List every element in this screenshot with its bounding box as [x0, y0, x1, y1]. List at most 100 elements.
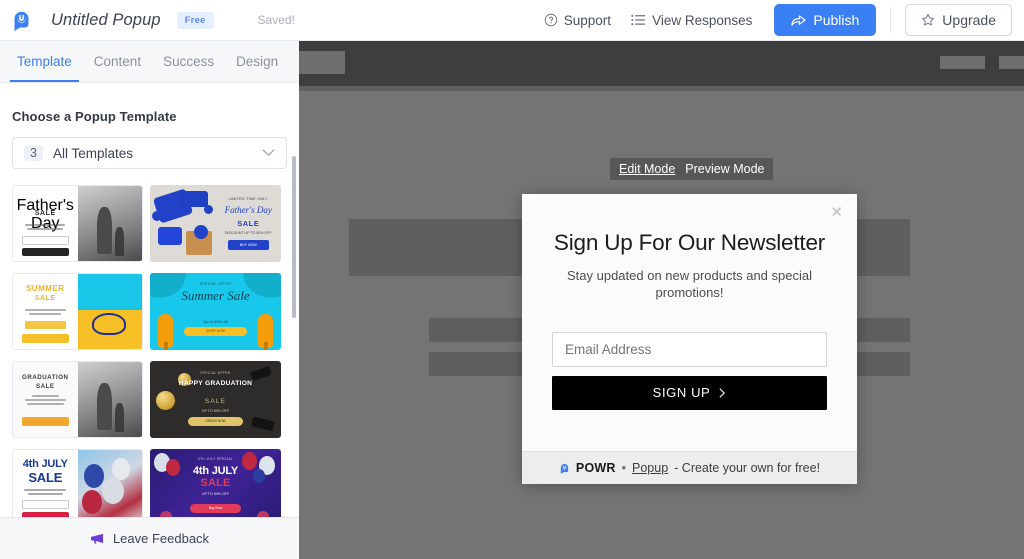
- thumb-cta: Buy Now: [190, 504, 241, 513]
- tab-success-label: Success: [163, 54, 215, 69]
- close-icon[interactable]: ✕: [827, 202, 846, 223]
- support-button[interactable]: Support: [534, 7, 621, 34]
- footer-separator: •: [621, 461, 626, 475]
- sidebar-scrollbar[interactable]: [292, 156, 296, 318]
- popup-title: Sign Up For Our Newsletter: [553, 230, 826, 255]
- thumb-note: DISCOUNT UP TO 50% OFF: [224, 231, 272, 235]
- edit-mode-button[interactable]: Edit Mode: [619, 162, 675, 176]
- mode-toggle: Edit Mode Preview Mode: [610, 158, 774, 180]
- template-thumb-photo: [150, 185, 216, 262]
- powr-logo-icon[interactable]: [4, 10, 38, 31]
- template-thumb-photo: [77, 186, 142, 261]
- preview-canvas: Edit Mode Preview Mode ✕ Sign Up For Our…: [299, 41, 1024, 559]
- site-nav-placeholder: [299, 41, 1024, 86]
- thumb-subtitle: SALE: [34, 210, 56, 217]
- template-thumb-text: LIMITED TIME ONLY Father's Day SALE DISC…: [215, 185, 281, 262]
- thumb-subtitle: SALE: [34, 295, 56, 302]
- save-status: Saved!: [257, 13, 295, 27]
- list-icon: [631, 14, 646, 26]
- thumb-subtitle: SALE: [28, 470, 63, 485]
- tab-design[interactable]: Design: [225, 41, 289, 82]
- signup-button[interactable]: SIGN UP: [552, 375, 827, 410]
- popup-footer-tail: - Create your own for free!: [674, 461, 821, 475]
- template-card[interactable]: LIMITED TIME ONLY Father's Day SALE DISC…: [150, 185, 281, 262]
- megaphone-icon: [90, 533, 104, 544]
- template-thumb-text: Father's Day SALE: [13, 186, 78, 261]
- tab-content[interactable]: Content: [83, 41, 152, 82]
- tab-design-label: Design: [236, 54, 279, 69]
- template-thumb-photo: SPECIAL OFFER Summer Sale Up to 50% off …: [150, 273, 281, 350]
- thumb-cta: SHOP NOW: [184, 327, 247, 336]
- template-card[interactable]: 4TH JULY SPECIAL 4th JULY SALE UP TO 50%…: [150, 449, 281, 526]
- popup-product-link[interactable]: Popup: [632, 461, 668, 475]
- template-card[interactable]: SPECIAL OFFER HAPPY GRADUATION SALE UP T…: [150, 361, 281, 438]
- chevron-right-icon: [719, 388, 726, 398]
- plan-badge: Free: [176, 11, 214, 29]
- template-thumb-photo: SPECIAL OFFER HAPPY GRADUATION SALE UP T…: [150, 361, 281, 438]
- thumb-title: 4th JULY: [22, 458, 68, 470]
- template-card[interactable]: 4th JULY SALE: [12, 449, 143, 526]
- editor-tabs: Template Content Success Design Controls: [0, 41, 299, 83]
- template-card[interactable]: SPECIAL OFFER Summer Sale Up to 50% off …: [150, 273, 281, 350]
- editor-sidebar: Template Content Success Design Controls…: [0, 41, 299, 559]
- thumb-subtitle: SALE: [200, 477, 231, 489]
- template-thumb-photo: [77, 274, 142, 349]
- thumb-cta: BUY NOW: [227, 240, 269, 250]
- tab-template[interactable]: Template: [6, 41, 83, 82]
- template-card[interactable]: SUMMER SALE: [12, 273, 143, 350]
- document-title[interactable]: Untitled Popup: [51, 11, 161, 30]
- header-actions: Support View Responses Publish Upgrade: [534, 4, 1024, 36]
- view-responses-button[interactable]: View Responses: [621, 7, 762, 34]
- tab-content-label: Content: [93, 54, 142, 69]
- thumb-subtitle: SALE: [204, 398, 227, 405]
- powr-brand-label: POWR: [575, 461, 616, 475]
- thumb-subtitle: Up to 50% off: [203, 319, 228, 324]
- tab-controls[interactable]: Controls: [289, 41, 299, 82]
- thumb-title: HAPPY GRADUATION: [178, 380, 253, 387]
- chevron-down-icon: [262, 144, 275, 162]
- upgrade-label: Upgrade: [942, 12, 996, 28]
- thumb-title: Father's Day: [224, 205, 272, 215]
- template-filter-select[interactable]: 3 All Templates: [12, 137, 287, 169]
- thumb-eyebrow: SPECIAL OFFER: [199, 282, 232, 286]
- template-grid: Father's Day SALE: [12, 185, 287, 526]
- popup-subtitle: Stay updated on new products and special…: [566, 267, 812, 301]
- site-nav-item-placeholder: [940, 56, 985, 69]
- thumb-note-a: UP TO 50% OFF: [201, 492, 230, 496]
- popup-body: Sign Up For Our Newsletter Stay updated …: [522, 194, 857, 451]
- question-circle-icon: [544, 13, 558, 27]
- view-responses-label: View Responses: [652, 12, 753, 28]
- thumb-eyebrow: SPECIAL OFFER: [200, 371, 231, 375]
- site-logo-placeholder: [299, 51, 345, 74]
- thumb-eyebrow: LIMITED TIME ONLY: [228, 197, 268, 201]
- powr-logo-icon: [560, 463, 569, 474]
- template-card[interactable]: Father's Day SALE: [12, 185, 143, 262]
- thumb-cta: ORDER NOW: [188, 417, 243, 426]
- template-filter-count: 3: [24, 145, 43, 161]
- site-nav-item-placeholder: [999, 56, 1024, 69]
- template-thumb-photo: [77, 362, 142, 437]
- support-label: Support: [563, 12, 612, 28]
- template-card[interactable]: GRADUATION SALE: [12, 361, 143, 438]
- template-thumb-text: 4th JULY SALE: [13, 450, 78, 525]
- popup-footer: POWR • Popup - Create your own for free!: [522, 451, 857, 484]
- publish-button[interactable]: Publish: [774, 4, 877, 36]
- email-input[interactable]: [552, 331, 827, 367]
- template-filter-label: All Templates: [52, 145, 133, 161]
- template-thumb-photo: [77, 450, 142, 525]
- thumb-title: SUMMER: [25, 284, 65, 293]
- preview-mode-button[interactable]: Preview Mode: [685, 162, 764, 176]
- leave-feedback-label: Leave Feedback: [112, 531, 210, 546]
- upgrade-button[interactable]: Upgrade: [905, 4, 1012, 36]
- header-divider: [890, 7, 892, 33]
- leave-feedback-button[interactable]: Leave Feedback: [0, 517, 299, 559]
- thumb-title: Summer Sale: [181, 288, 250, 303]
- star-icon: [922, 13, 935, 26]
- tab-success[interactable]: Success: [152, 41, 225, 82]
- thumb-note: UP TO 50% OFF: [201, 409, 230, 413]
- template-thumb-photo: 4TH JULY SPECIAL 4th JULY SALE UP TO 50%…: [150, 449, 281, 526]
- thumb-title: 4th JULY: [192, 465, 239, 477]
- publish-label: Publish: [813, 12, 860, 28]
- template-thumb-text: SUMMER SALE: [13, 274, 78, 349]
- app-header: Untitled Popup Free Saved! Support View …: [0, 0, 1024, 41]
